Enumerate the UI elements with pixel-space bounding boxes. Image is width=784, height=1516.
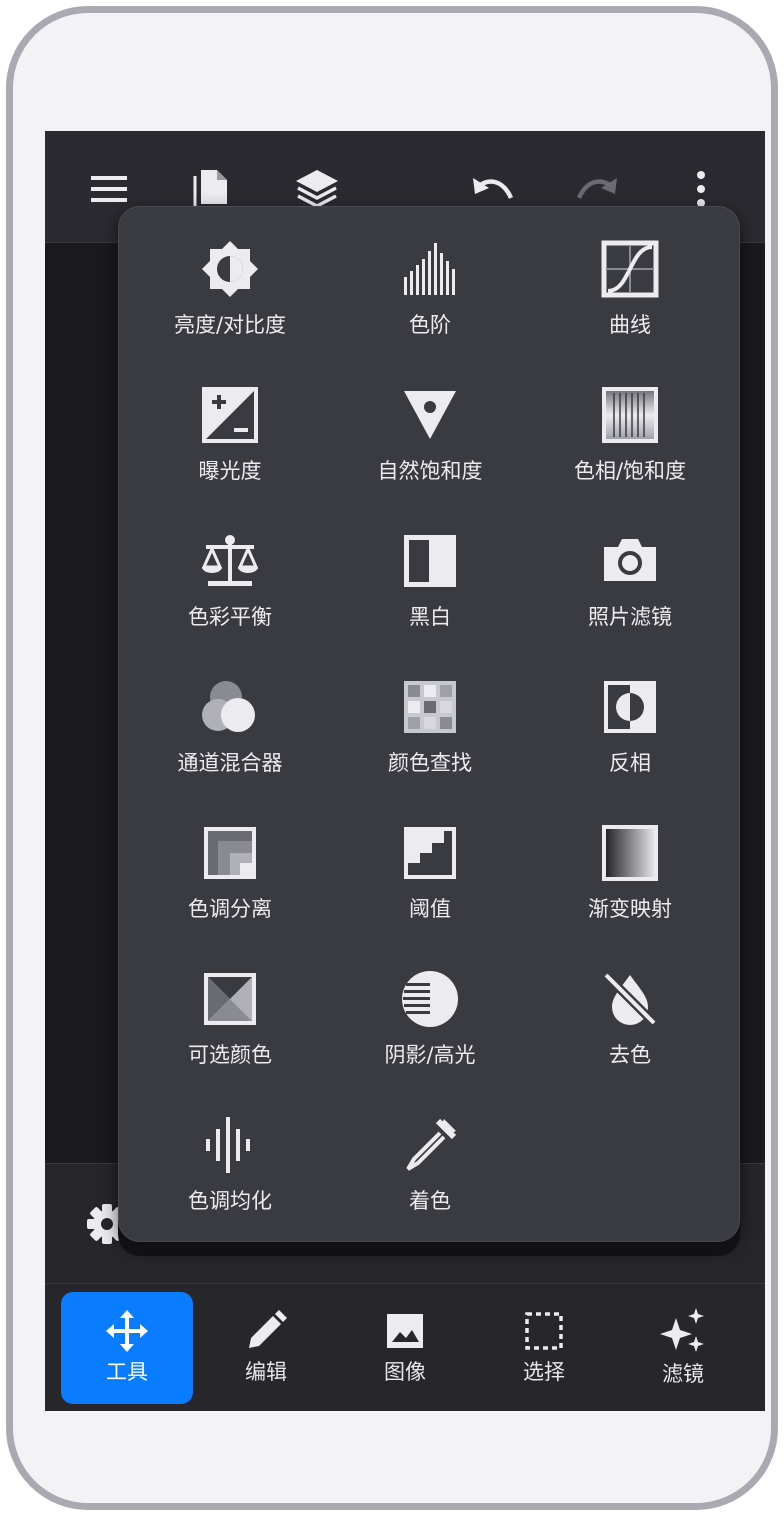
- black-white-icon: [404, 535, 456, 587]
- exposure-icon: [202, 387, 258, 443]
- shadows-highlights-icon: [402, 971, 458, 1027]
- menu-label: 反相: [609, 751, 651, 775]
- adjustments-menu: 亮度/对比度 色阶 曲线 曝光度 自然饱和度 色相/饱和度 色彩平衡 黑白 照片…: [118, 206, 740, 1242]
- brightness-contrast-icon: [202, 241, 258, 297]
- menu-item-desaturate[interactable]: 去色: [530, 969, 730, 1089]
- menu-label: 色调均化: [188, 1189, 272, 1213]
- desaturate-icon: [602, 971, 658, 1027]
- menu-item-photo-filter[interactable]: 照片滤镜: [530, 531, 730, 651]
- menu-item-curves[interactable]: 曲线: [530, 239, 730, 359]
- menu-label: 自然饱和度: [377, 459, 483, 483]
- equalize-icon: [206, 1117, 250, 1173]
- invert-icon: [604, 681, 656, 733]
- nav-filters-label: 滤镜: [662, 1362, 704, 1386]
- menu-item-posterize[interactable]: 色调分离: [130, 823, 330, 943]
- nav-tools[interactable]: 工具: [61, 1292, 193, 1404]
- pencil-icon: [249, 1310, 287, 1348]
- nav-select-label: 选择: [523, 1360, 565, 1384]
- menu-item-levels[interactable]: 色阶: [330, 239, 530, 359]
- phone-frame: 工具 编辑 图像 选择 滤镜 亮度/对比度 色阶 曲线 曝光度 自然饱和度 色相…: [6, 6, 778, 1510]
- menu-label: 阈值: [409, 897, 451, 921]
- menu-item-invert[interactable]: 反相: [530, 677, 730, 797]
- menu-label: 色彩平衡: [188, 605, 272, 629]
- menu-item-colorize[interactable]: 着色: [330, 1115, 530, 1235]
- menu-item-black-white[interactable]: 黑白: [330, 531, 530, 651]
- curves-icon: [601, 240, 659, 298]
- menu-label: 可选颜色: [188, 1043, 272, 1067]
- menu-label: 颜色查找: [388, 751, 472, 775]
- menu-item-gradient-map[interactable]: 渐变映射: [530, 823, 730, 943]
- levels-icon: [404, 243, 455, 295]
- menu-label: 渐变映射: [588, 897, 672, 921]
- menu-item-selective-color[interactable]: 可选颜色: [130, 969, 330, 1089]
- menu-label: 着色: [409, 1189, 451, 1213]
- menu-item-hue-saturation[interactable]: 色相/饱和度: [530, 385, 730, 505]
- nav-image-label: 图像: [384, 1360, 426, 1384]
- menu-item-brightness-contrast[interactable]: 亮度/对比度: [130, 239, 330, 359]
- menu-label: 亮度/对比度: [173, 313, 287, 337]
- menu-item-color-balance[interactable]: 色彩平衡: [130, 531, 330, 651]
- nav-edit-label: 编辑: [245, 1360, 287, 1384]
- nav-edit[interactable]: 编辑: [200, 1292, 332, 1404]
- menu-label: 曲线: [609, 313, 651, 337]
- menu-label: 色调分离: [188, 897, 272, 921]
- menu-label: 阴影/高光: [384, 1043, 476, 1067]
- selection-icon: [525, 1312, 563, 1350]
- menu-item-equalize[interactable]: 色调均化: [130, 1115, 330, 1235]
- selective-color-icon: [204, 973, 256, 1025]
- color-lookup-icon: [404, 681, 456, 733]
- menu-label: 色阶: [409, 313, 451, 337]
- photo-filter-icon: [604, 539, 656, 581]
- image-icon: [387, 1314, 423, 1348]
- posterize-icon: [204, 827, 256, 879]
- channel-mixer-icon: [202, 681, 255, 732]
- move-icon: [106, 1310, 148, 1352]
- hue-saturation-icon: [602, 387, 658, 443]
- menu-label: 通道混合器: [177, 751, 283, 775]
- menu-item-vibrance[interactable]: 自然饱和度: [330, 385, 530, 505]
- menu-item-channel-mixer[interactable]: 通道混合器: [130, 677, 330, 797]
- gradient-map-icon: [602, 825, 658, 881]
- colorize-icon: [406, 1118, 457, 1171]
- threshold-icon: [404, 827, 456, 879]
- nav-filters[interactable]: 滤镜: [617, 1292, 749, 1404]
- menu-item-exposure[interactable]: 曝光度: [130, 385, 330, 505]
- bottom-navigation: 工具 编辑 图像 选择 滤镜: [45, 1283, 765, 1411]
- menu-label: 曝光度: [198, 459, 262, 483]
- menu-item-threshold[interactable]: 阈值: [330, 823, 530, 943]
- menu-label: 去色: [609, 1043, 651, 1067]
- sparkles-icon: [660, 1308, 704, 1352]
- nav-tools-label: 工具: [106, 1360, 148, 1384]
- vibrance-icon: [404, 391, 456, 439]
- nav-image[interactable]: 图像: [339, 1292, 471, 1404]
- menu-item-color-lookup[interactable]: 颜色查找: [330, 677, 530, 797]
- color-balance-icon: [201, 535, 259, 586]
- menu-label: 黑白: [409, 605, 451, 629]
- menu-label: 照片滤镜: [588, 605, 672, 629]
- menu-label: 色相/饱和度: [573, 459, 687, 483]
- menu-item-shadows-highlights[interactable]: 阴影/高光: [330, 969, 530, 1089]
- nav-select[interactable]: 选择: [478, 1292, 610, 1404]
